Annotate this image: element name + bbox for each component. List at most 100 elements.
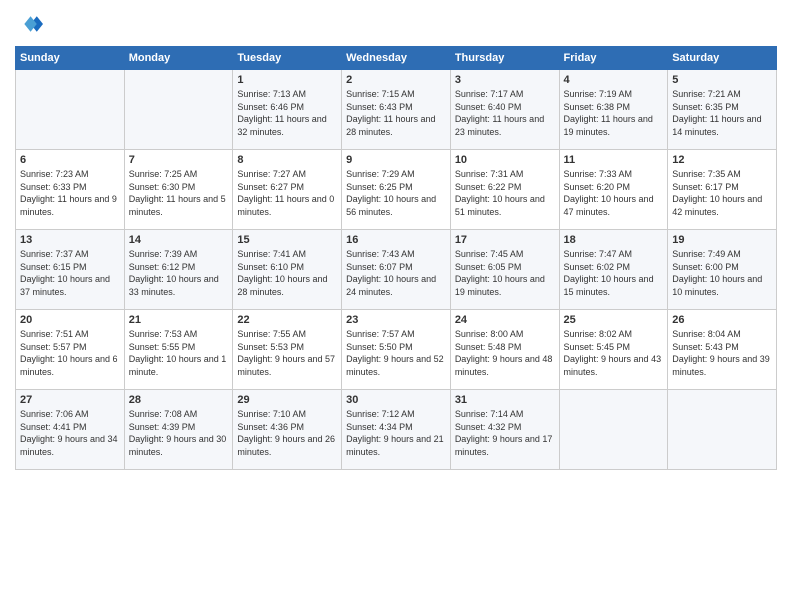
cell-info: Sunrise: 7:12 AMSunset: 4:34 PMDaylight:… xyxy=(346,408,446,458)
day-number: 14 xyxy=(129,234,229,246)
day-number: 15 xyxy=(237,234,337,246)
cell-info: Sunrise: 7:14 AMSunset: 4:32 PMDaylight:… xyxy=(455,408,555,458)
calendar-cell xyxy=(559,390,668,470)
calendar-cell: 18 Sunrise: 7:47 AMSunset: 6:02 PMDayligh… xyxy=(559,230,668,310)
week-row-2: 13 Sunrise: 7:37 AMSunset: 6:15 PMDayligh… xyxy=(16,230,777,310)
day-number: 10 xyxy=(455,154,555,166)
calendar-cell: 4 Sunrise: 7:19 AMSunset: 6:38 PMDaylight… xyxy=(559,70,668,150)
cell-info: Sunrise: 7:17 AMSunset: 6:40 PMDaylight:… xyxy=(455,88,555,138)
cell-info: Sunrise: 7:41 AMSunset: 6:10 PMDaylight:… xyxy=(237,248,337,298)
cell-info: Sunrise: 7:31 AMSunset: 6:22 PMDaylight:… xyxy=(455,168,555,218)
calendar-cell: 25 Sunrise: 8:02 AMSunset: 5:45 PMDayligh… xyxy=(559,310,668,390)
logo xyxy=(15,10,47,38)
day-number: 13 xyxy=(20,234,120,246)
day-number: 23 xyxy=(346,314,446,326)
calendar-cell: 20 Sunrise: 7:51 AMSunset: 5:57 PMDayligh… xyxy=(16,310,125,390)
calendar-cell xyxy=(124,70,233,150)
cell-info: Sunrise: 7:53 AMSunset: 5:55 PMDaylight:… xyxy=(129,328,229,378)
day-number: 16 xyxy=(346,234,446,246)
calendar-cell: 6 Sunrise: 7:23 AMSunset: 6:33 PMDaylight… xyxy=(16,150,125,230)
calendar-cell: 16 Sunrise: 7:43 AMSunset: 6:07 PMDayligh… xyxy=(342,230,451,310)
day-header-thursday: Thursday xyxy=(450,47,559,70)
day-number: 2 xyxy=(346,74,446,86)
day-number: 20 xyxy=(20,314,120,326)
week-row-1: 6 Sunrise: 7:23 AMSunset: 6:33 PMDaylight… xyxy=(16,150,777,230)
day-header-sunday: Sunday xyxy=(16,47,125,70)
cell-info: Sunrise: 7:08 AMSunset: 4:39 PMDaylight:… xyxy=(129,408,229,458)
week-row-4: 27Sunrise: 7:06 AMSunset: 4:41 PMDayligh… xyxy=(16,390,777,470)
calendar-cell: 22 Sunrise: 7:55 AMSunset: 5:53 PMDayligh… xyxy=(233,310,342,390)
cell-info: Sunrise: 7:51 AMSunset: 5:57 PMDaylight:… xyxy=(20,328,120,378)
cell-info: Sunrise: 7:45 AMSunset: 6:05 PMDaylight:… xyxy=(455,248,555,298)
calendar-cell: 31 Sunrise: 7:14 AMSunset: 4:32 PMDayligh… xyxy=(450,390,559,470)
day-number: 19 xyxy=(672,234,772,246)
cell-info: Sunrise: 7:06 AMSunset: 4:41 PMDaylight:… xyxy=(20,408,120,458)
calendar-cell: 9 Sunrise: 7:29 AMSunset: 6:25 PMDaylight… xyxy=(342,150,451,230)
logo-icon xyxy=(15,10,43,38)
day-number: 12 xyxy=(672,154,772,166)
cell-info: Sunrise: 7:25 AMSunset: 6:30 PMDaylight:… xyxy=(129,168,229,218)
cell-info: Sunrise: 7:29 AMSunset: 6:25 PMDaylight:… xyxy=(346,168,446,218)
calendar-cell: 1Sunrise: 7:13 AMSunset: 6:46 PMDaylight… xyxy=(233,70,342,150)
day-number: 31 xyxy=(455,394,555,406)
day-number: 26 xyxy=(672,314,772,326)
cell-info: Sunrise: 7:49 AMSunset: 6:00 PMDaylight:… xyxy=(672,248,772,298)
cell-info: Sunrise: 7:10 AMSunset: 4:36 PMDaylight:… xyxy=(237,408,337,458)
header-row: SundayMondayTuesdayWednesdayThursdayFrid… xyxy=(16,47,777,70)
cell-info: Sunrise: 7:15 AMSunset: 6:43 PMDaylight:… xyxy=(346,88,446,138)
week-row-3: 20 Sunrise: 7:51 AMSunset: 5:57 PMDayligh… xyxy=(16,310,777,390)
calendar-cell: 27Sunrise: 7:06 AMSunset: 4:41 PMDayligh… xyxy=(16,390,125,470)
day-header-tuesday: Tuesday xyxy=(233,47,342,70)
calendar-cell: 10 Sunrise: 7:31 AMSunset: 6:22 PMDayligh… xyxy=(450,150,559,230)
day-number: 17 xyxy=(455,234,555,246)
day-number: 6 xyxy=(20,154,120,166)
day-number: 18 xyxy=(564,234,664,246)
day-header-monday: Monday xyxy=(124,47,233,70)
calendar-cell xyxy=(668,390,777,470)
day-number: 3 xyxy=(455,74,555,86)
calendar-cell: 23 Sunrise: 7:57 AMSunset: 5:50 PMDayligh… xyxy=(342,310,451,390)
day-number: 5 xyxy=(672,74,772,86)
calendar-cell: 11Sunrise: 7:33 AMSunset: 6:20 PMDayligh… xyxy=(559,150,668,230)
cell-info: Sunrise: 7:47 AMSunset: 6:02 PMDaylight:… xyxy=(564,248,664,298)
day-number: 29 xyxy=(237,394,337,406)
calendar-cell: 17 Sunrise: 7:45 AMSunset: 6:05 PMDayligh… xyxy=(450,230,559,310)
calendar-cell: 21Sunrise: 7:53 AMSunset: 5:55 PMDayligh… xyxy=(124,310,233,390)
cell-info: Sunrise: 8:04 AMSunset: 5:43 PMDaylight:… xyxy=(672,328,772,378)
header xyxy=(15,10,777,38)
day-number: 25 xyxy=(564,314,664,326)
calendar-cell: 24Sunrise: 8:00 AMSunset: 5:48 PMDayligh… xyxy=(450,310,559,390)
cell-info: Sunrise: 7:23 AMSunset: 6:33 PMDaylight:… xyxy=(20,168,120,218)
day-header-saturday: Saturday xyxy=(668,47,777,70)
cell-info: Sunrise: 7:27 AMSunset: 6:27 PMDaylight:… xyxy=(237,168,337,218)
day-number: 7 xyxy=(129,154,229,166)
cell-info: Sunrise: 7:37 AMSunset: 6:15 PMDaylight:… xyxy=(20,248,120,298)
calendar-cell: 14 Sunrise: 7:39 AMSunset: 6:12 PMDayligh… xyxy=(124,230,233,310)
calendar-cell: 15 Sunrise: 7:41 AMSunset: 6:10 PMDayligh… xyxy=(233,230,342,310)
cell-info: Sunrise: 7:55 AMSunset: 5:53 PMDaylight:… xyxy=(237,328,337,378)
calendar-cell: 2 Sunrise: 7:15 AMSunset: 6:43 PMDaylight… xyxy=(342,70,451,150)
cell-info: Sunrise: 7:57 AMSunset: 5:50 PMDaylight:… xyxy=(346,328,446,378)
calendar-cell: 5Sunrise: 7:21 AMSunset: 6:35 PMDaylight… xyxy=(668,70,777,150)
calendar-cell: 26 Sunrise: 8:04 AMSunset: 5:43 PMDayligh… xyxy=(668,310,777,390)
cell-info: Sunrise: 7:19 AMSunset: 6:38 PMDaylight:… xyxy=(564,88,664,138)
calendar-cell xyxy=(16,70,125,150)
cell-info: Sunrise: 8:02 AMSunset: 5:45 PMDaylight:… xyxy=(564,328,664,378)
calendar-cell: 7 Sunrise: 7:25 AMSunset: 6:30 PMDaylight… xyxy=(124,150,233,230)
cell-info: Sunrise: 7:13 AMSunset: 6:46 PMDaylight:… xyxy=(237,88,337,138)
calendar-cell: 28 Sunrise: 7:08 AMSunset: 4:39 PMDayligh… xyxy=(124,390,233,470)
day-number: 22 xyxy=(237,314,337,326)
calendar-cell: 30Sunrise: 7:12 AMSunset: 4:34 PMDayligh… xyxy=(342,390,451,470)
week-row-0: 1Sunrise: 7:13 AMSunset: 6:46 PMDaylight… xyxy=(16,70,777,150)
cell-info: Sunrise: 7:43 AMSunset: 6:07 PMDaylight:… xyxy=(346,248,446,298)
day-header-friday: Friday xyxy=(559,47,668,70)
calendar-table: SundayMondayTuesdayWednesdayThursdayFrid… xyxy=(15,46,777,470)
day-number: 28 xyxy=(129,394,229,406)
cell-info: Sunrise: 7:33 AMSunset: 6:20 PMDaylight:… xyxy=(564,168,664,218)
day-number: 8 xyxy=(237,154,337,166)
cell-info: Sunrise: 7:39 AMSunset: 6:12 PMDaylight:… xyxy=(129,248,229,298)
calendar-cell: 29 Sunrise: 7:10 AMSunset: 4:36 PMDayligh… xyxy=(233,390,342,470)
day-number: 9 xyxy=(346,154,446,166)
calendar-cell: 8 Sunrise: 7:27 AMSunset: 6:27 PMDaylight… xyxy=(233,150,342,230)
day-number: 4 xyxy=(564,74,664,86)
